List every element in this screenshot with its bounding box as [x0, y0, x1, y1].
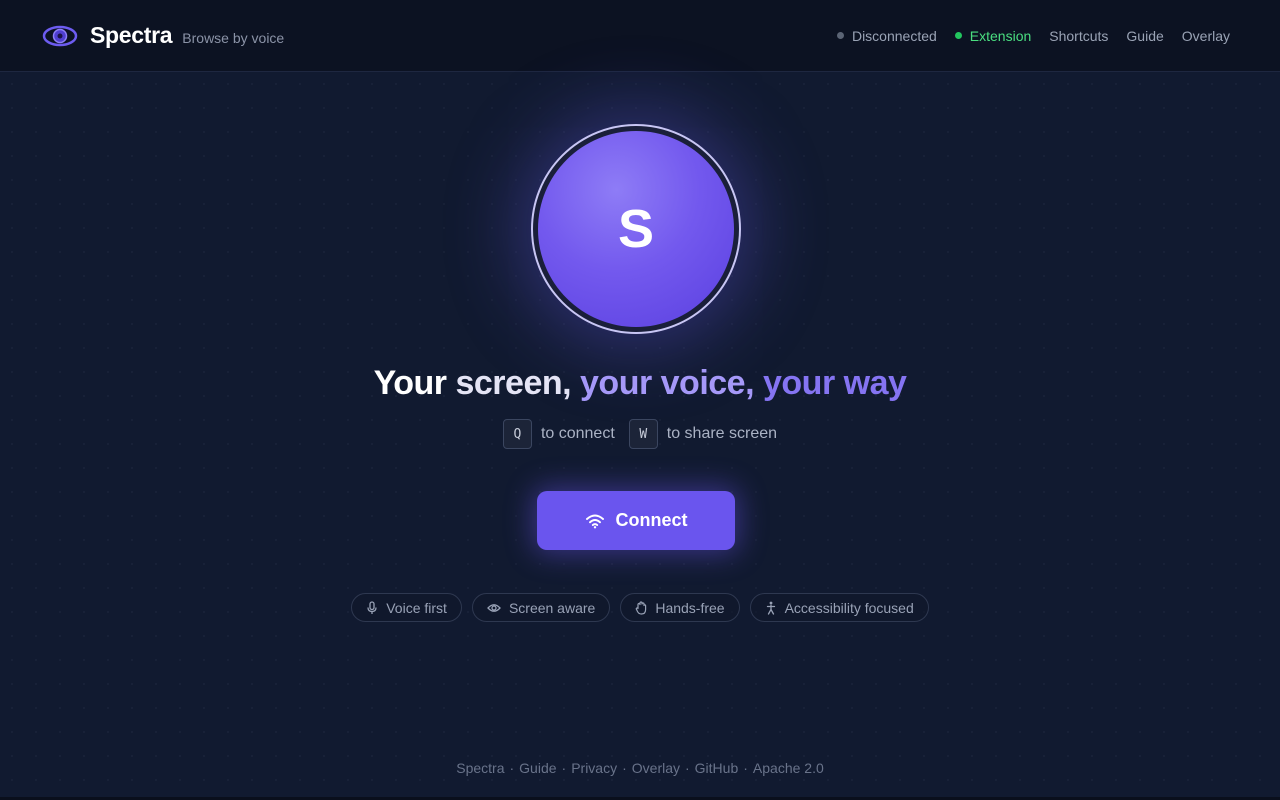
- feature-chip-label: Hands-free: [655, 599, 725, 616]
- top-nav: Disconnected Extension Shortcuts Guide O…: [836, 27, 1230, 44]
- feature-chip-label: Voice first: [386, 599, 447, 616]
- connect-button[interactable]: Connect: [537, 491, 735, 550]
- footer-separator: ·: [561, 760, 567, 776]
- connect-key: Q: [502, 419, 532, 449]
- connect-button-label: Connect: [615, 510, 688, 530]
- nav-overlay[interactable]: Overlay: [1182, 28, 1230, 44]
- footer-separator: ·: [743, 760, 748, 776]
- footer-link-overlay[interactable]: Overlay: [632, 760, 680, 776]
- connect-key-hint: to connect: [540, 425, 615, 442]
- assistant-orb[interactable]: S: [538, 131, 734, 327]
- feature-chip-accessibility: Accessibility focused: [749, 593, 929, 622]
- footer-link-license[interactable]: Apache 2.0: [753, 760, 824, 776]
- footer: Spectra · Guide · Privacy · Overlay · GitHub · Apa…: [0, 760, 1280, 776]
- nav-guide[interactable]: Guide: [1126, 28, 1163, 44]
- footer-link-github[interactable]: GitHub: [695, 760, 739, 776]
- feature-chip-label: Screen aware: [508, 599, 596, 616]
- feature-chip-screen-aware: Screen aware: [471, 593, 611, 622]
- brand-tagline: Browse by voice: [182, 30, 285, 46]
- share-screen-key: W: [628, 419, 658, 449]
- connection-status-label: Disconnected: [851, 27, 937, 44]
- headline-part-1: Your: [373, 364, 456, 402]
- keyboard-shortcuts: Q to connect W to share screen: [0, 419, 1280, 449]
- footer-link-guide[interactable]: Guide: [519, 760, 556, 776]
- footer-separator: ·: [622, 760, 627, 776]
- footer-link-privacy[interactable]: Privacy: [571, 760, 617, 776]
- microphone-icon: [367, 600, 377, 614]
- top-bar: Spectra Browse by voice Disconnected Ext…: [0, 0, 1280, 72]
- footer-link-spectra[interactable]: Spectra: [456, 760, 504, 776]
- headline-part-4: your way: [754, 364, 907, 402]
- headline: Your screen, your voice, your way: [0, 364, 1280, 403]
- wifi-icon: [585, 513, 605, 529]
- accessibility-icon: [766, 601, 775, 615]
- footer-separator: ·: [509, 760, 515, 776]
- footer-separator: ·: [685, 760, 690, 776]
- feature-chips: Voice first Screen aware Hands-free Acce…: [0, 593, 1280, 622]
- hand-icon: [635, 600, 647, 615]
- assistant-orb-ring: S: [531, 124, 741, 334]
- nav-extension[interactable]: Extension: [954, 27, 1032, 44]
- eye-icon: [487, 603, 501, 612]
- feature-chip-label: Accessibility focused: [784, 599, 914, 616]
- nav-extension-label: Extension: [969, 27, 1032, 44]
- connection-status: Disconnected: [836, 27, 937, 44]
- brand-name: Spectra: [90, 22, 173, 48]
- nav-shortcuts[interactable]: Shortcuts: [1049, 28, 1108, 44]
- feature-chip-hands-free: Hands-free: [620, 593, 740, 622]
- extension-dot-icon: [954, 32, 962, 39]
- headline-part-2: screen,: [455, 364, 572, 402]
- brand[interactable]: Spectra Browse by voice: [42, 22, 284, 49]
- orb-letter: S: [617, 199, 655, 259]
- eye-logo-icon: [42, 24, 78, 48]
- share-screen-key-hint: to share screen: [666, 425, 778, 442]
- status-dot-icon: [836, 32, 844, 39]
- headline-part-3: your voice,: [571, 364, 755, 402]
- feature-chip-voice-first: Voice first: [351, 593, 462, 622]
